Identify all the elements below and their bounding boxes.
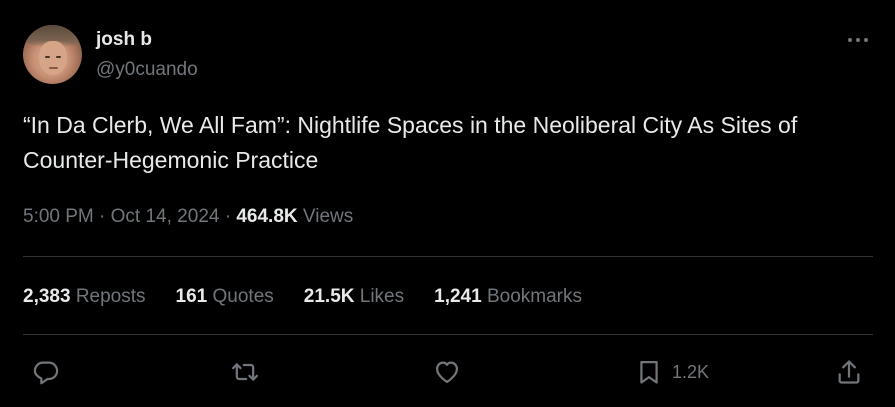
avatar-eye-right xyxy=(56,56,61,58)
author-handle[interactable]: @y0cuando xyxy=(96,59,198,81)
reply-button[interactable] xyxy=(32,356,60,388)
quotes-count: 161 xyxy=(175,286,208,307)
reposts-stat[interactable]: 2,383 Reposts xyxy=(23,283,146,311)
meta-separator: · xyxy=(224,206,232,227)
more-icon xyxy=(848,38,868,42)
more-options-button[interactable] xyxy=(842,28,874,52)
heart-icon xyxy=(435,361,459,384)
avatar[interactable] xyxy=(23,25,82,84)
likes-stat[interactable]: 21.5K Likes xyxy=(304,283,404,311)
share-icon xyxy=(838,360,860,384)
tweet-time[interactable]: 5:00 PM xyxy=(23,206,94,227)
reposts-label: Reposts xyxy=(75,286,146,307)
avatar-face xyxy=(39,41,67,75)
bookmark-icon xyxy=(640,360,658,384)
tweet-card: josh b @y0cuando “In Da Clerb, We All Fa… xyxy=(0,0,895,407)
quotes-stat[interactable]: 161 Quotes xyxy=(176,283,274,311)
avatar-mouth xyxy=(49,67,58,69)
quotes-label: Quotes xyxy=(212,286,274,307)
repost-icon xyxy=(231,363,259,381)
reposts-count: 2,383 xyxy=(23,286,71,307)
tweet-meta: 5:00 PM · Oct 14, 2024 · 464.8K Views xyxy=(23,203,353,231)
likes-count: 21.5K xyxy=(303,286,355,307)
bookmarks-stat[interactable]: 1,241 Bookmarks xyxy=(434,283,582,311)
meta-separator: · xyxy=(99,206,106,227)
bookmark-count: 1.2K xyxy=(672,362,710,382)
avatar-eye-left xyxy=(45,56,50,58)
likes-label: Likes xyxy=(359,286,405,307)
bookmarks-count: 1,241 xyxy=(434,286,482,307)
reply-icon xyxy=(33,361,59,385)
repost-button[interactable] xyxy=(231,356,259,388)
author-display-name[interactable]: josh b xyxy=(96,29,152,51)
views-label: Views xyxy=(302,206,354,227)
divider xyxy=(23,334,873,335)
views-count: 464.8K xyxy=(236,206,298,227)
tweet-date[interactable]: Oct 14, 2024 xyxy=(111,206,220,227)
like-button[interactable] xyxy=(433,356,461,388)
engagement-stats: 2,383 Reposts 161 Quotes 21.5K Likes 1,2… xyxy=(23,283,612,311)
share-button[interactable] xyxy=(835,356,863,388)
divider xyxy=(23,256,873,257)
bookmark-button[interactable]: 1.2K xyxy=(635,356,709,388)
tweet-text: “In Da Clerb, We All Fam”: Nightlife Spa… xyxy=(23,112,798,173)
bookmarks-label: Bookmarks xyxy=(486,286,582,307)
